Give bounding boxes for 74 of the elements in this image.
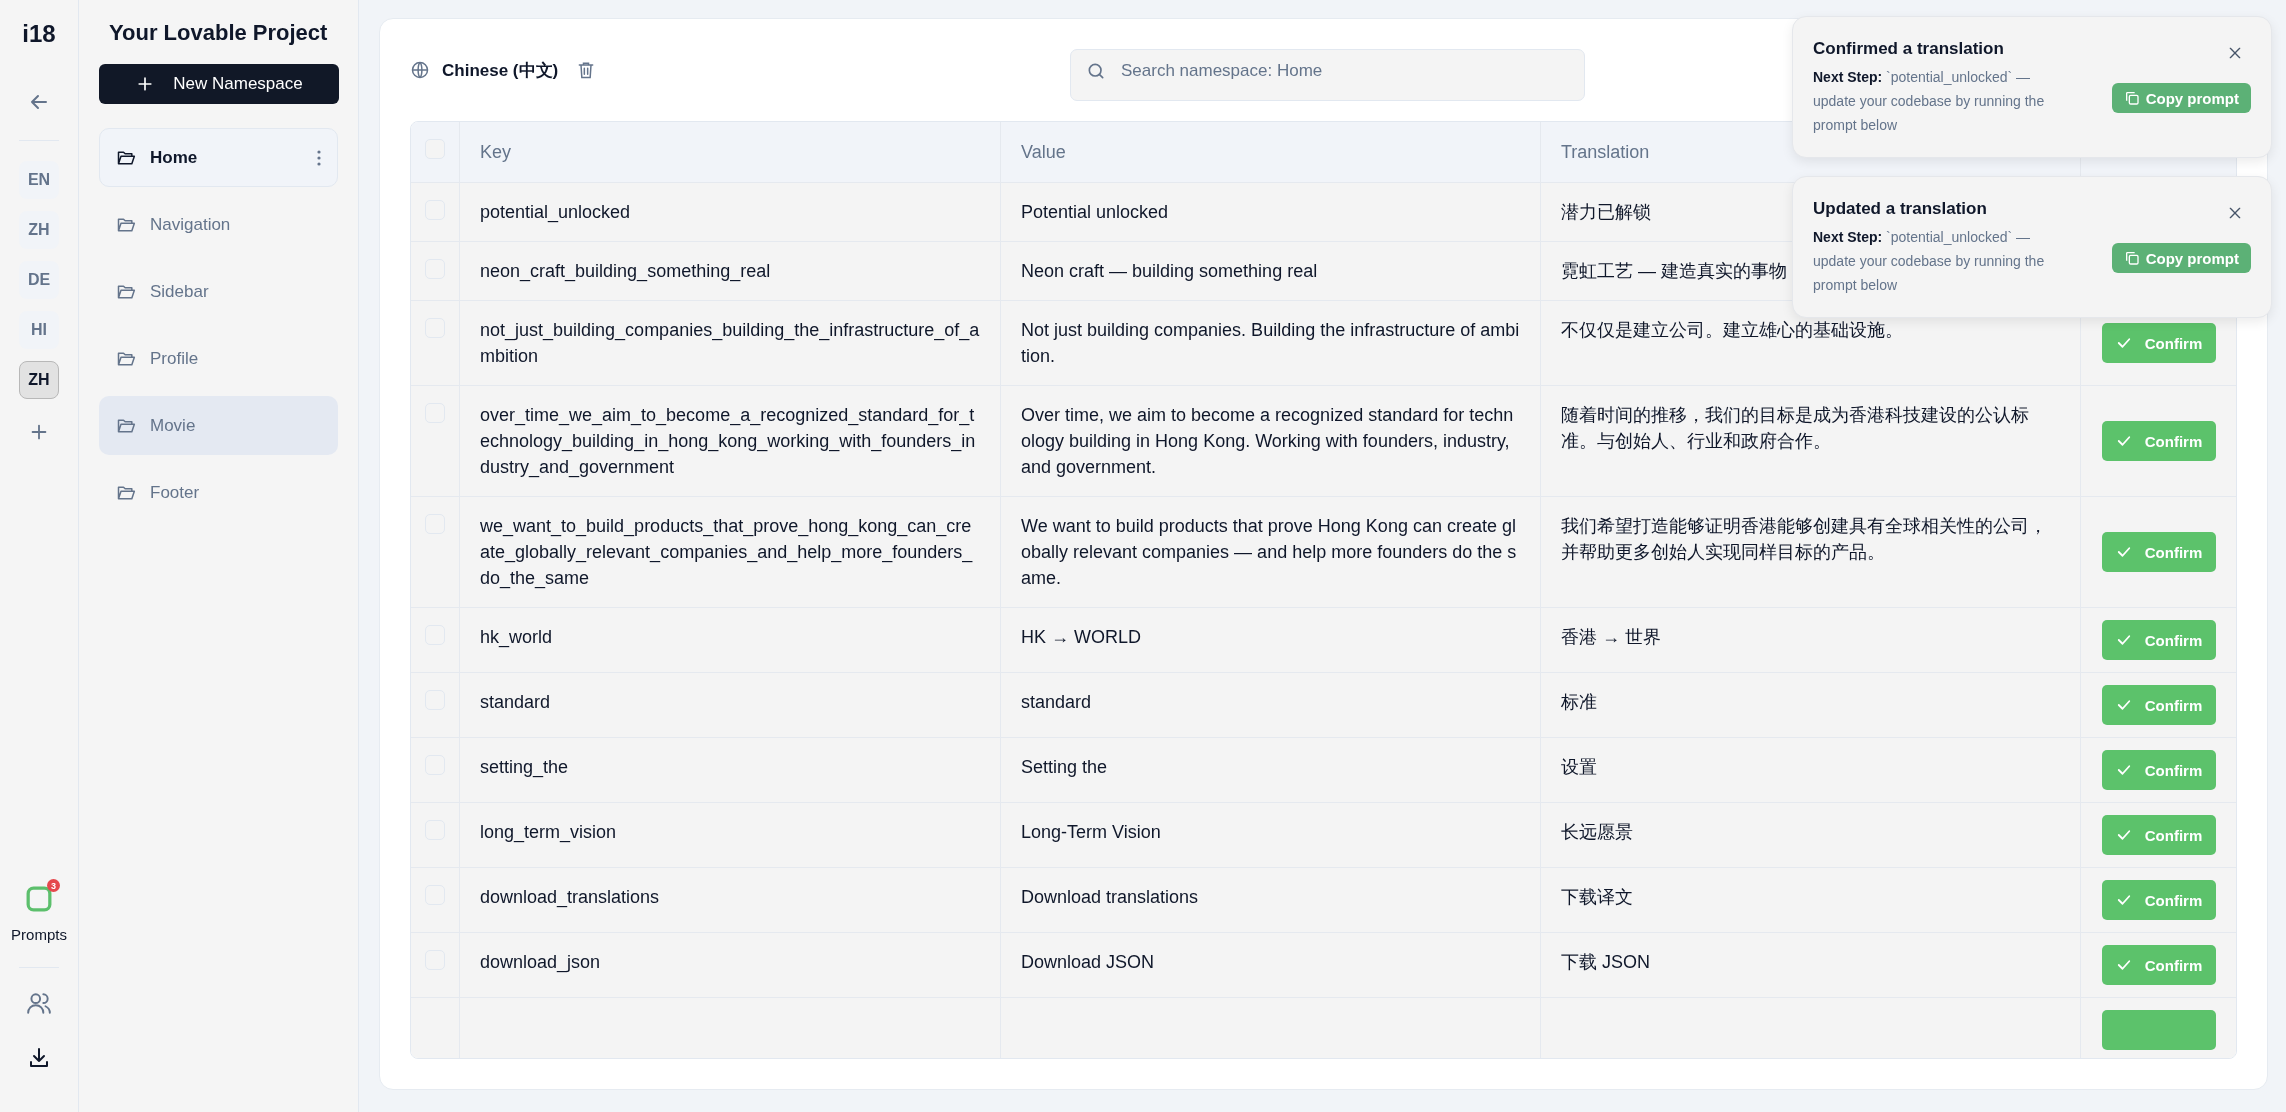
- namespace-item[interactable]: Profile: [99, 329, 338, 388]
- prompts-label: Prompts: [11, 926, 67, 943]
- table-cell: we_want_to_build_products_that_prove_hong_kong_can_create_globally_relevant_companies_and_help_more_founders_do_the_same: [459, 497, 1000, 607]
- confirm-button[interactable]: Confirm: [2101, 620, 2216, 660]
- table-cell: 香港 → 世界: [1540, 608, 2080, 672]
- table-cell: Potential unlocked: [1000, 183, 1540, 241]
- table-cell: Not just building companies. Building the infrastructure of ambition.: [1000, 301, 1540, 385]
- more-options-icon[interactable]: [317, 149, 321, 166]
- search-icon: [1086, 61, 1106, 81]
- table-cell: over_time_we_aim_to_become_a_recognized_standard_for_technology_building_in_hong_kong_working_with_founders_industry_and_government: [459, 386, 1000, 496]
- table-cell: We want to build products that prove Hong Kong can create globally relevant companies — and help more founders do the same.: [1000, 497, 1540, 607]
- table-cell: Over time, we aim to become a recognized standard for technology building in Hong Kong. Working with founders, industry, and government.: [1000, 386, 1540, 496]
- language-name: Chinese (中文): [442, 59, 559, 82]
- new-namespace-button[interactable]: New Namespace: [99, 64, 339, 104]
- table-cell: not_just_building_companies_building_the_infrastructure_of_ambition: [459, 301, 1000, 385]
- table-cell: 我们希望打造能够证明香港能够创建具有全球相关性的公司，并帮助更多创始人实现同样目标的产品。: [1540, 497, 2080, 607]
- confirm-button[interactable]: Confirm: [2101, 532, 2216, 572]
- namespace-item[interactable]: Home: [99, 128, 338, 187]
- table-cell: Download JSON: [1000, 933, 1540, 997]
- search-field[interactable]: Search namespace: Home: [1070, 49, 1585, 101]
- language-button[interactable]: EN: [19, 161, 59, 199]
- confirm-button[interactable]: Confirm: [2101, 815, 2216, 855]
- table-cell: 下载 JSON: [1540, 933, 2080, 997]
- table-cell: Long-Term Vision: [1000, 803, 1540, 867]
- confirm-button[interactable]: Confirm: [2101, 880, 2216, 920]
- table-cell: 标准: [1540, 673, 2080, 737]
- table-cell: standard: [459, 673, 1000, 737]
- table-cell: standard: [1000, 673, 1540, 737]
- table-cell: download_json: [459, 933, 1000, 997]
- namespace-item[interactable]: Movie: [99, 396, 338, 455]
- column-header: Value: [1000, 122, 1540, 182]
- copy-icon: [2123, 90, 2140, 106]
- column-header: Key: [459, 122, 1000, 182]
- confirm-button[interactable]: Confirm: [2101, 945, 2216, 985]
- table-cell: download_translations: [459, 868, 1000, 932]
- toast-title: Updated a translation: [1813, 199, 1988, 219]
- confirm-button[interactable]: [2101, 1010, 2216, 1050]
- table-cell: setting_the: [459, 738, 1000, 802]
- download-icon[interactable]: [27, 1046, 51, 1070]
- namespace-item[interactable]: Sidebar: [99, 262, 338, 321]
- confirm-button[interactable]: Confirm: [2101, 750, 2216, 790]
- language-button[interactable]: HI: [19, 311, 59, 349]
- copy-prompt-button[interactable]: Copy prompt: [2111, 243, 2251, 273]
- table-cell: 设置: [1540, 738, 2080, 802]
- language-button[interactable]: DE: [19, 261, 59, 299]
- copy-icon: [2123, 250, 2140, 266]
- globe-icon: [410, 60, 430, 80]
- table-cell: hk_world: [459, 608, 1000, 672]
- close-icon[interactable]: [2227, 45, 2243, 61]
- project-title: Your Lovable Project: [109, 20, 329, 46]
- table-cell: HK → WORLD: [1000, 608, 1540, 672]
- copy-prompt-button[interactable]: Copy prompt: [2111, 83, 2251, 113]
- table-cell: potential_unlocked: [459, 183, 1000, 241]
- confirm-button[interactable]: Confirm: [2101, 421, 2216, 461]
- language-button[interactable]: ZH: [19, 361, 59, 399]
- users-icon[interactable]: [26, 990, 52, 1016]
- language-button[interactable]: ZH: [19, 211, 59, 249]
- table-cell: Download translations: [1000, 868, 1540, 932]
- table-cell: 下载译文: [1540, 868, 2080, 932]
- namespace-item[interactable]: Navigation: [99, 195, 338, 254]
- table-cell: 长远愿景: [1540, 803, 2080, 867]
- toast-title: Confirmed a translation: [1813, 39, 2005, 59]
- confirm-button[interactable]: Confirm: [2101, 323, 2216, 363]
- namespace-item[interactable]: Footer: [99, 463, 338, 522]
- prompts-icon[interactable]: [26, 886, 52, 912]
- table-cell: Setting the: [1000, 738, 1540, 802]
- close-icon[interactable]: [2227, 205, 2243, 221]
- table-cell: Neon craft — building something real: [1000, 242, 1540, 300]
- app-logo: i18: [22, 20, 56, 48]
- confirm-button[interactable]: Confirm: [2101, 685, 2216, 725]
- notification-badge: 3: [47, 879, 60, 892]
- table-cell: 随着时间的推移，我们的目标是成为香港科技建设的公认标准。与创始人、行业和政府合作。: [1540, 386, 2080, 496]
- table-cell: neon_craft_building_something_real: [459, 242, 1000, 300]
- table-cell: long_term_vision: [459, 803, 1000, 867]
